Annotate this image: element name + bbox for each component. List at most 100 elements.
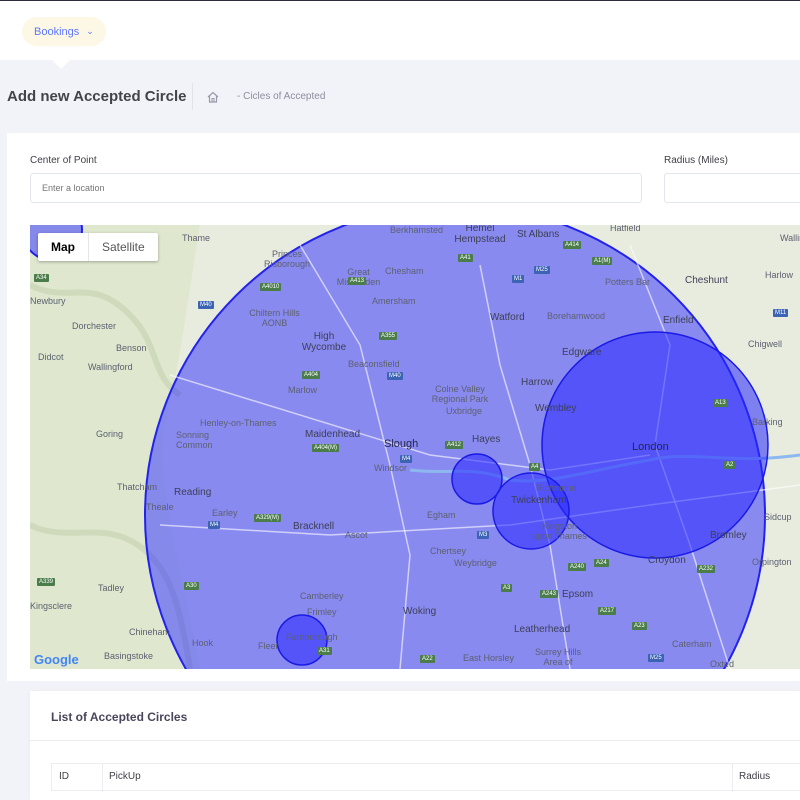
road-marker: A414: [563, 241, 582, 249]
map-label: Surrey Hills Area of: [534, 647, 581, 667]
map-label: Woking: [403, 606, 437, 617]
map-label: Twickenham: [511, 495, 567, 506]
road-marker: A4010: [260, 283, 282, 291]
map-label: Wembley: [535, 403, 577, 414]
road-marker: A30: [184, 582, 199, 590]
map-label: Frimley: [307, 607, 337, 617]
road-marker: A413: [348, 277, 367, 285]
accepted-circles-card: List of Accepted Circles ID PickUp Radiu…: [30, 691, 800, 800]
map-label: Earley: [212, 508, 238, 518]
map-label: Orpington: [752, 557, 792, 567]
map-label: Richmond: [536, 483, 577, 493]
column-header-radius[interactable]: Radius: [732, 764, 770, 792]
map-label: Farnborough: [286, 632, 338, 642]
map-label: Windsor: [374, 463, 408, 473]
map-label: Hayes: [472, 434, 501, 445]
road-marker: A412: [445, 441, 464, 449]
map-label: Marlow: [288, 385, 318, 395]
map-label: Dorchester: [72, 321, 117, 331]
home-icon[interactable]: [206, 90, 220, 104]
map-label: Maidenhead: [305, 429, 361, 440]
map-label: Sonning Common: [176, 430, 213, 450]
map-label: Newbury: [30, 296, 66, 306]
road-marker: A13: [713, 399, 728, 407]
road-marker: A3: [501, 584, 513, 592]
map-type-satellite-button[interactable]: Satellite: [88, 233, 158, 261]
list-title: List of Accepted Circles: [51, 710, 188, 724]
map-type-toggle: Map Satellite: [38, 233, 158, 261]
road-marker: M4: [208, 521, 221, 529]
subheader-divider: [192, 83, 193, 110]
map-label: Theale: [146, 502, 174, 512]
road-marker: A232: [697, 565, 716, 573]
map-label: Harlow: [765, 270, 794, 280]
column-header-pickup[interactable]: PickUp: [102, 764, 141, 792]
road-marker: A24: [594, 559, 609, 567]
map-label: Chesham: [385, 266, 424, 276]
map-label: Wallington: [780, 233, 800, 243]
top-header-bar: Bookings ⌄: [0, 0, 800, 60]
map-label: Tadley: [98, 583, 125, 593]
center-of-point-label: Center of Point: [30, 155, 97, 166]
road-marker: A1(M): [592, 257, 613, 265]
road-marker: A355: [379, 332, 398, 340]
map-label: Borehamwood: [547, 311, 606, 321]
map-label: Chigwell: [748, 339, 783, 349]
map-label: Watford: [490, 312, 525, 323]
map-label: Kingston upon Thames: [532, 521, 587, 541]
map-label: High Wycombe: [301, 331, 347, 353]
map-label: St Albans: [517, 229, 560, 240]
road-marker: M40: [198, 301, 214, 309]
map-label: Epsom: [562, 589, 594, 600]
map-view[interactable]: Map Satellite Thame Princes Risborough G…: [30, 225, 800, 669]
map-label: Colne Valley Regional Park: [431, 384, 489, 404]
map-label: Kingsclere: [30, 601, 73, 611]
radius-input[interactable]: [664, 173, 800, 203]
map-label: Wallingford: [88, 362, 133, 372]
road-marker: M1: [512, 275, 525, 283]
bookings-menu-button[interactable]: Bookings ⌄: [22, 17, 106, 46]
location-input[interactable]: [30, 173, 642, 203]
map-label: Harrow: [521, 377, 554, 388]
google-logo: Google: [34, 652, 79, 667]
map-type-map-button[interactable]: Map: [38, 233, 88, 261]
road-marker: A404(M): [312, 444, 340, 452]
map-label: Enfield: [663, 315, 694, 326]
map-label: Princes Risborough: [263, 249, 311, 269]
map-label: Thame: [182, 233, 211, 243]
map-label: Potters Bar: [605, 277, 651, 287]
map-label: London: [632, 441, 669, 453]
map-label: Goring: [96, 429, 124, 439]
road-marker: A31: [317, 647, 332, 655]
bookings-menu-label: Bookings: [34, 25, 80, 38]
page-title: Add new Accepted Circle: [7, 88, 187, 105]
map-label: Edgware: [562, 347, 602, 358]
road-marker: A243: [540, 590, 559, 598]
map-label: Thatcham: [117, 482, 158, 492]
road-marker: A34: [34, 274, 49, 282]
map-label: Chineham: [129, 627, 171, 637]
map-label: Hook: [192, 638, 214, 648]
chevron-down-icon: ⌄: [86, 26, 94, 36]
map-label: Fleet: [258, 641, 279, 651]
map-label: Barking: [752, 417, 783, 427]
map-label: Sidcup: [764, 512, 792, 522]
map-label: Slough: [384, 438, 419, 450]
menu-pointer: [52, 60, 70, 69]
road-marker: A240: [568, 563, 587, 571]
map-label: Didcot: [38, 352, 64, 362]
map-label: Chiltern Hills AONB: [249, 308, 300, 328]
map-label: Cheshunt: [685, 275, 728, 286]
road-marker: A404: [302, 371, 321, 379]
radius-label: Radius (Miles): [664, 155, 728, 166]
map-label: East Horsley: [463, 653, 515, 663]
map-label: Egham: [427, 510, 456, 520]
road-marker: A217: [598, 607, 617, 615]
road-marker: A4: [529, 463, 541, 471]
map-label: Ascot: [345, 530, 368, 540]
map-label: Oxted: [710, 659, 735, 669]
breadcrumb[interactable]: - Cicles of Accepted: [237, 91, 325, 102]
google-logo-text: Google: [34, 652, 79, 667]
column-header-id[interactable]: ID: [52, 764, 69, 792]
map-label: Hemel Hempstead: [454, 225, 506, 245]
